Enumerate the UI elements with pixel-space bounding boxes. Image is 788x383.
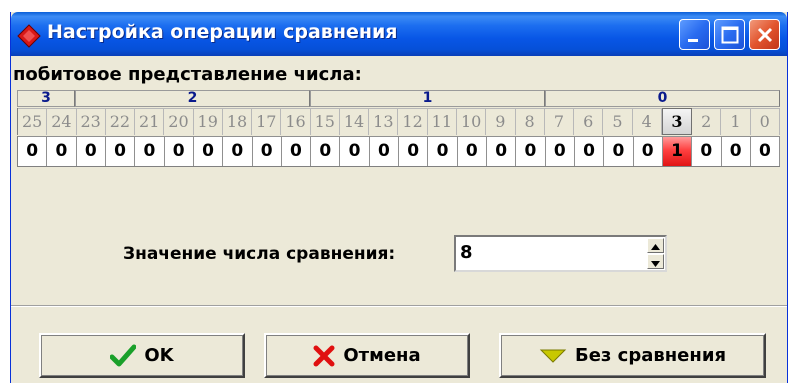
bit-index-cell[interactable]: 24 <box>47 108 77 135</box>
byte-header-row: 3 2 1 0 <box>17 90 780 107</box>
ok-button[interactable]: OK <box>39 333 245 378</box>
bit-value-cell[interactable]: 0 <box>340 136 370 166</box>
bit-value-cell[interactable]: 0 <box>516 136 546 166</box>
compare-value-input[interactable]: 8 <box>460 242 473 263</box>
red-x-icon <box>313 345 335 366</box>
bit-index-cell[interactable]: 16 <box>281 108 311 135</box>
bit-index-cell[interactable]: 8 <box>515 108 545 135</box>
bit-index-cell[interactable]: 6 <box>574 108 604 135</box>
bit-value-cell[interactable]: 0 <box>457 136 487 166</box>
compare-value-spinbox[interactable]: 8 <box>454 235 667 272</box>
bit-value-cell[interactable]: 0 <box>574 136 605 166</box>
bit-value-row: 00000000000000000000001000 <box>17 136 781 167</box>
bit-index-row: 25 24 23 22 21 20 19 18 17 16 15 14 13 12 11 10 9 8 7 6 5 4 3 2… <box>17 108 780 135</box>
bit-index-cell[interactable]: 0 <box>750 108 780 135</box>
bit-index-cell[interactable]: 20 <box>164 108 194 135</box>
bits-caption: побитовое представление числа: <box>13 64 362 85</box>
ok-button-label: OK <box>144 345 174 366</box>
maximize-icon <box>721 26 739 44</box>
bit-value-cell[interactable]: 0 <box>76 136 106 166</box>
bit-index-cell[interactable]: 7 <box>544 108 575 135</box>
compare-settings-dialog: Настройка операции сравнения побитовое п… <box>10 12 788 383</box>
bit-value-cell[interactable]: 0 <box>18 136 48 166</box>
yellow-down-triangle-icon <box>539 349 567 363</box>
bit-value-cell[interactable]: 0 <box>193 136 224 166</box>
spin-down-button[interactable] <box>647 254 664 269</box>
minimize-icon <box>688 39 698 42</box>
bit-value-cell[interactable]: 0 <box>721 136 751 166</box>
bit-index-cell[interactable]: 9 <box>486 108 516 135</box>
bit-index-cell[interactable]: 17 <box>252 108 282 135</box>
bit-value-cell[interactable]: 0 <box>47 136 77 166</box>
bit-index-cell[interactable]: 18 <box>222 108 253 135</box>
maximize-button[interactable] <box>714 19 745 50</box>
cancel-button[interactable]: Отмена <box>264 333 470 378</box>
bit-value-cell[interactable]: 0 <box>135 136 165 166</box>
bit-index-cell[interactable]: 19 <box>193 108 223 135</box>
bit-value-cell[interactable]: 0 <box>369 136 400 166</box>
bit-index-cell[interactable]: 13 <box>369 108 399 135</box>
byte-label: 3 <box>17 90 75 107</box>
bit-value-cell[interactable]: 0 <box>252 136 282 166</box>
bit-index-cell[interactable]: 4 <box>632 108 662 135</box>
spin-up-button[interactable] <box>647 238 664 253</box>
app-diamond-icon <box>17 24 41 48</box>
arrow-up-icon <box>651 244 660 250</box>
bit-index-cell[interactable]: 22 <box>105 108 136 135</box>
bit-value-cell[interactable]: 0 <box>750 136 781 166</box>
byte-label: 2 <box>75 90 310 107</box>
bit-index-cell[interactable]: 21 <box>135 108 165 135</box>
arrow-down-icon <box>651 261 660 267</box>
bit-index-cell[interactable]: 15 <box>310 108 340 135</box>
bit-index-cell[interactable]: 3 <box>661 108 693 135</box>
bit-index-cell[interactable]: 12 <box>398 108 428 135</box>
bit-index-cell[interactable]: 23 <box>76 108 106 135</box>
bit-value-cell[interactable]: 0 <box>223 136 253 166</box>
no-compare-button[interactable]: Без сравнения <box>499 333 766 378</box>
byte-label: 1 <box>310 90 545 107</box>
no-compare-button-label: Без сравнения <box>575 345 726 366</box>
bit-index-cell[interactable]: 25 <box>18 108 48 135</box>
title-bar[interactable]: Настройка операции сравнения <box>11 12 787 56</box>
spin-buttons <box>647 238 664 269</box>
close-icon <box>757 27 773 43</box>
bit-value-cell[interactable]: 0 <box>105 136 136 166</box>
bit-value-cell[interactable]: 0 <box>633 136 663 166</box>
bit-index-cell[interactable]: 5 <box>603 108 633 135</box>
compare-value-label: Значение числа сравнения: <box>123 244 396 264</box>
bit-index-cell[interactable]: 11 <box>427 108 457 135</box>
window-title: Настройка операции сравнения <box>47 21 398 43</box>
green-checkmark-icon <box>110 344 137 366</box>
bit-value-cell[interactable]: 0 <box>311 136 341 166</box>
bit-value-cell[interactable]: 0 <box>428 136 458 166</box>
bit-index-cell[interactable]: 10 <box>456 108 487 135</box>
bit-value-cell[interactable]: 0 <box>281 136 312 166</box>
bit-value-cell[interactable]: 0 <box>164 136 194 166</box>
bit-value-cell[interactable]: 1 <box>662 136 693 166</box>
bit-value-cell[interactable]: 0 <box>487 136 517 166</box>
bit-index-cell[interactable]: 1 <box>721 108 751 135</box>
bit-index-cell[interactable]: 14 <box>339 108 370 135</box>
byte-label: 0 <box>545 90 780 107</box>
bit-value-cell[interactable]: 0 <box>604 136 634 166</box>
separator-highlight <box>11 306 787 307</box>
close-button[interactable] <box>749 19 780 50</box>
bit-index-cell[interactable]: 2 <box>692 108 722 135</box>
bit-value-cell[interactable]: 0 <box>545 136 575 166</box>
bit-value-cell[interactable]: 0 <box>692 136 722 166</box>
cancel-button-label: Отмена <box>343 345 421 366</box>
minimize-button[interactable] <box>679 19 710 50</box>
bit-value-cell[interactable]: 0 <box>399 136 429 166</box>
